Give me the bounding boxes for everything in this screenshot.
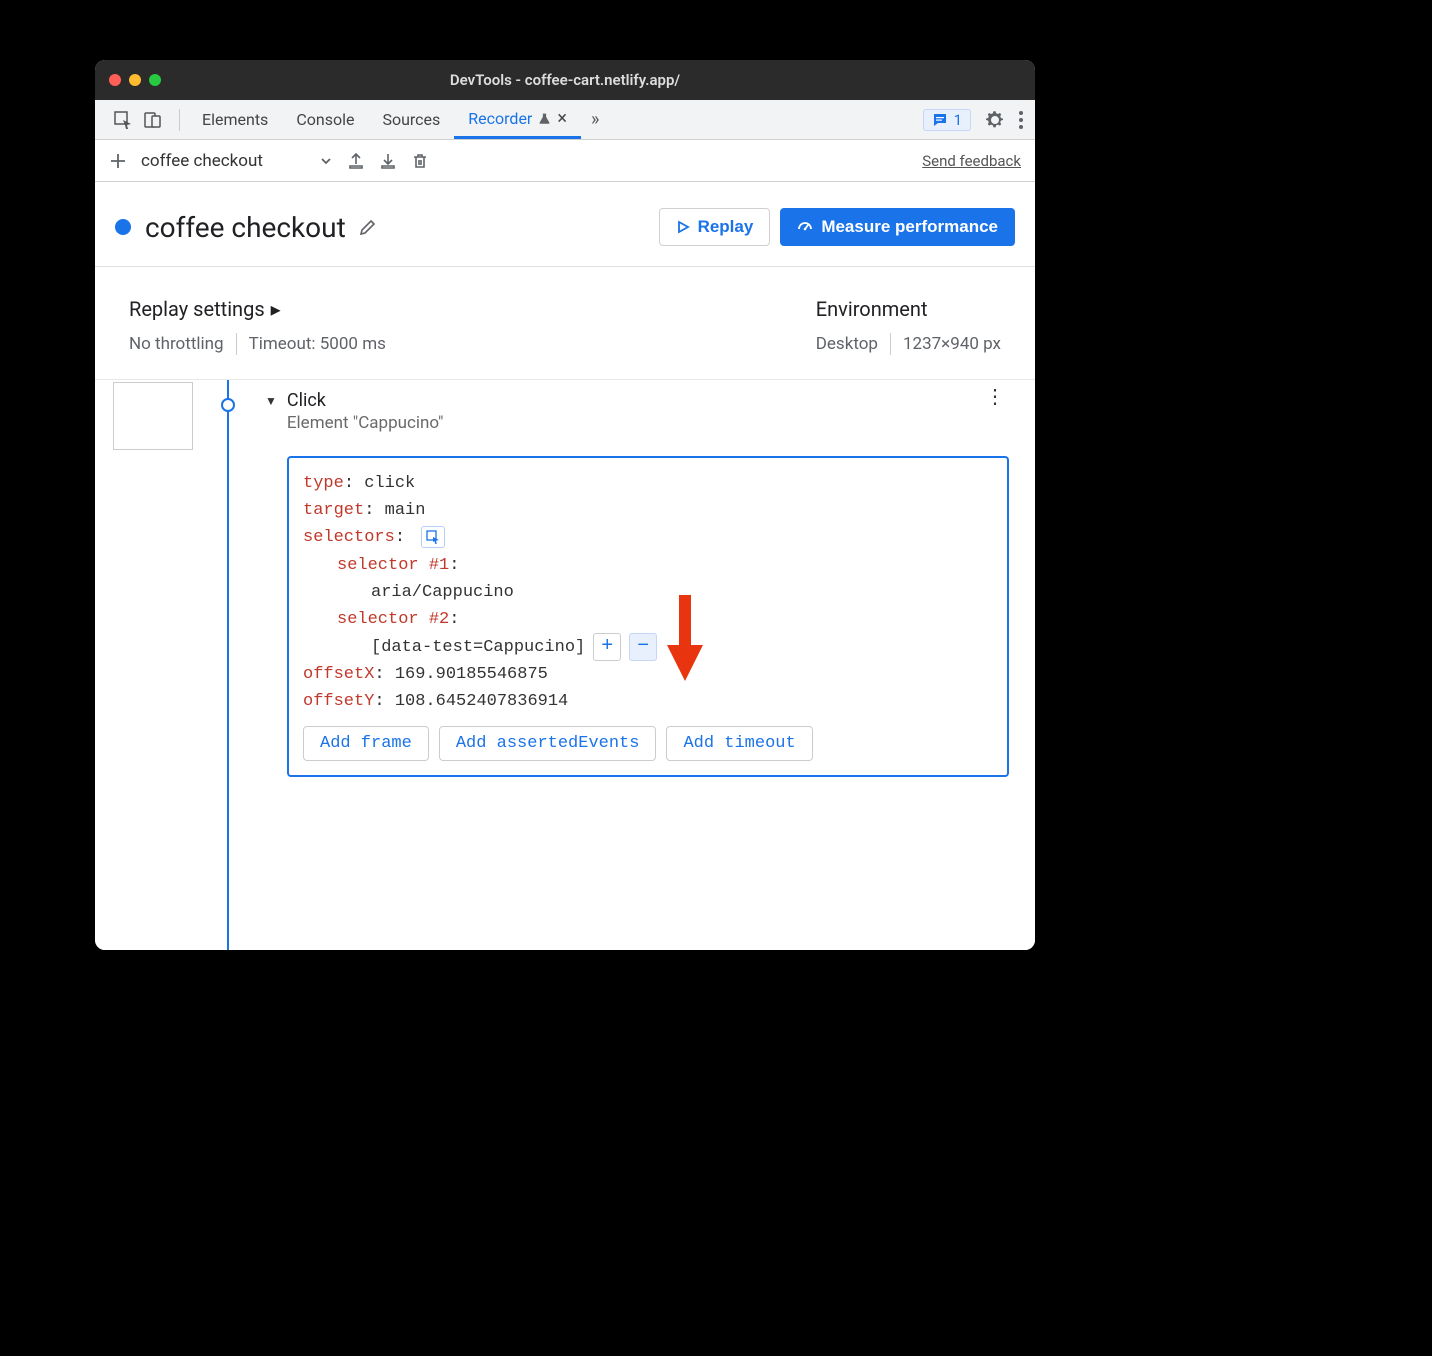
step-details: type: click target: main selectors: sele… <box>287 456 1009 777</box>
separator <box>179 109 180 131</box>
step-header[interactable]: ▼ Click Element "Cappucino" ⋮ <box>265 390 1011 433</box>
recording-header: coffee checkout Replay Measure performan… <box>95 182 1035 267</box>
minimize-window-icon[interactable] <box>129 74 141 86</box>
maximize-window-icon[interactable] <box>149 74 161 86</box>
step-thumbnail <box>113 382 193 450</box>
tabs-overflow-icon[interactable]: » <box>581 100 609 139</box>
device-value: Desktop <box>816 334 878 354</box>
prop-selectors[interactable]: selectors: <box>303 524 993 551</box>
recording-settings-row: Replay settings ▸ No throttling Timeout:… <box>95 267 1035 380</box>
gauge-icon <box>797 219 813 235</box>
add-frame-button[interactable]: Add frame <box>303 726 429 761</box>
export-icon[interactable] <box>347 152 365 170</box>
replay-button-label: Replay <box>698 217 754 237</box>
record-status-dot-icon <box>115 219 131 235</box>
prop-target[interactable]: target: main <box>303 497 993 524</box>
issues-count: 1 <box>954 111 962 129</box>
close-tab-icon[interactable]: × <box>557 108 567 129</box>
recording-select-label: coffee checkout <box>141 151 263 171</box>
edit-title-icon[interactable] <box>358 217 378 237</box>
close-window-icon[interactable] <box>109 74 121 86</box>
timeline-rail <box>227 380 229 950</box>
measure-performance-button[interactable]: Measure performance <box>780 208 1015 246</box>
new-recording-icon[interactable] <box>109 152 127 170</box>
recorder-body: ▼ Click Element "Cappucino" ⋮ type: clic… <box>95 380 1035 950</box>
tab-elements[interactable]: Elements <box>188 100 282 139</box>
remove-selector-button[interactable]: − <box>629 633 657 661</box>
measure-label: Measure performance <box>821 217 998 237</box>
devtools-window: DevTools - coffee-cart.netlify.app/ Elem… <box>95 60 1035 950</box>
play-icon <box>676 220 690 234</box>
selector-2-value[interactable]: [data-test=Cappucino] <box>371 634 585 661</box>
add-selector-button[interactable]: + <box>593 633 621 661</box>
selector-1-value[interactable]: aria/Cappucino <box>303 579 993 606</box>
recording-select[interactable]: coffee checkout <box>141 151 333 171</box>
selector-2-row: [data-test=Cappucino] + − <box>303 633 993 661</box>
experiment-flask-icon <box>538 112 551 125</box>
timeline-node-icon <box>221 398 235 412</box>
delete-icon[interactable] <box>411 152 429 170</box>
selector-1-key[interactable]: selector #1: <box>303 552 993 579</box>
timeout-value: Timeout: 5000 ms <box>249 334 386 354</box>
separator <box>890 333 891 355</box>
step-title: Click <box>287 390 444 411</box>
recorder-toolbar: coffee checkout Send feedback <box>95 140 1035 182</box>
issues-badge[interactable]: 1 <box>923 109 971 131</box>
more-menu-icon[interactable] <box>1019 111 1023 129</box>
replay-settings-heading: Replay settings <box>129 297 265 321</box>
selector-picker-icon[interactable] <box>421 526 445 548</box>
tab-recorder-label: Recorder <box>468 109 532 128</box>
settings-gear-icon[interactable] <box>985 110 1005 130</box>
step-subtitle: Element "Cappucino" <box>287 413 444 433</box>
devtools-tabstrip: Elements Console Sources Recorder × » 1 <box>95 100 1035 140</box>
window-title: DevTools - coffee-cart.netlify.app/ <box>95 71 1035 89</box>
selector-2-key[interactable]: selector #2: <box>303 606 993 633</box>
prop-offsety[interactable]: offsetY: 108.6452407836914 <box>303 688 993 715</box>
replay-settings-toggle[interactable]: Replay settings ▸ <box>129 297 386 321</box>
chevron-right-icon: ▸ <box>271 297 281 321</box>
replay-button[interactable]: Replay <box>659 208 771 246</box>
traffic-lights <box>109 74 161 86</box>
send-feedback-link[interactable]: Send feedback <box>922 152 1021 170</box>
tab-sources[interactable]: Sources <box>368 100 454 139</box>
prop-offsetx[interactable]: offsetX: 169.90185546875 <box>303 661 993 688</box>
add-timeout-button[interactable]: Add timeout <box>666 726 812 761</box>
tab-recorder[interactable]: Recorder × <box>454 100 581 139</box>
add-assertedevents-button[interactable]: Add assertedEvents <box>439 726 657 761</box>
inspect-element-icon[interactable] <box>113 110 133 130</box>
import-icon[interactable] <box>379 152 397 170</box>
tab-console[interactable]: Console <box>282 100 368 139</box>
chat-icon <box>932 112 948 128</box>
device-toggle-icon[interactable] <box>143 110 163 130</box>
prop-type[interactable]: type: click <box>303 470 993 497</box>
caret-down-icon: ▼ <box>265 390 277 433</box>
viewport-value: 1237×940 px <box>903 334 1001 354</box>
environment-heading: Environment <box>816 297 928 321</box>
step-menu-icon[interactable]: ⋮ <box>979 390 1011 433</box>
chevron-down-icon <box>319 154 333 168</box>
recording-title: coffee checkout <box>145 211 346 244</box>
window-titlebar: DevTools - coffee-cart.netlify.app/ <box>95 60 1035 100</box>
throttling-value: No throttling <box>129 334 224 354</box>
separator <box>236 333 237 355</box>
